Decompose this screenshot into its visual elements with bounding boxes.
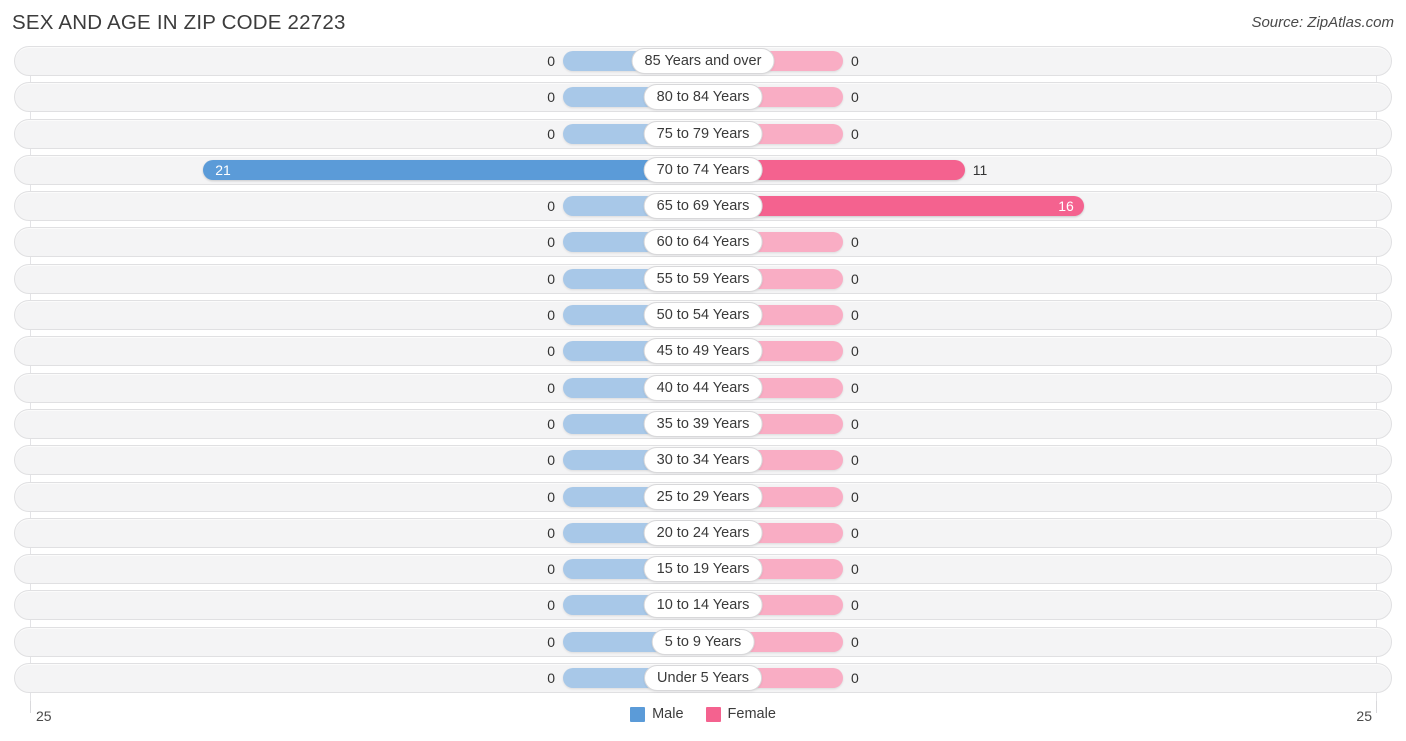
age-group-label: 70 to 74 Years: [643, 156, 763, 183]
legend-swatch-female: [705, 706, 721, 722]
bar-female-value: 0: [851, 452, 859, 469]
bar-female-value: 11: [972, 161, 988, 178]
bar-male-value: 0: [547, 379, 555, 396]
age-group-label: 15 to 19 Years: [643, 556, 763, 583]
bar-male-value: 0: [547, 270, 555, 287]
bar-male-value: 0: [547, 343, 555, 360]
bar-male-value: 21: [215, 161, 231, 178]
pyramid-row: 0 0 10 to 14 Years: [0, 590, 1406, 621]
age-group-label: 25 to 29 Years: [643, 483, 763, 510]
bar-male-value: 0: [547, 125, 555, 142]
bar-male[interactable]: [203, 159, 703, 180]
bar-female-value: 0: [851, 379, 859, 396]
bar-male-value: 0: [547, 415, 555, 432]
bar-female-value: 0: [851, 270, 859, 287]
pyramid-row: 0 0 75 to 79 Years: [0, 118, 1406, 149]
legend-item-male[interactable]: Male: [630, 706, 684, 722]
age-group-label: 20 to 24 Years: [643, 519, 763, 546]
legend-swatch-male: [630, 706, 646, 722]
age-group-label: 45 to 49 Years: [643, 338, 763, 365]
bar-male-value: 0: [547, 198, 555, 215]
bar-male-value: 0: [547, 670, 555, 687]
bar-female-value: 16: [1058, 198, 1074, 215]
bar-male-value: 0: [547, 524, 555, 541]
bar-female-value: 0: [851, 343, 859, 360]
bar-female-value: 0: [851, 524, 859, 541]
chart-legend: Male Female: [0, 706, 1406, 722]
age-group-label: 75 to 79 Years: [643, 120, 763, 147]
age-group-label: 40 to 44 Years: [643, 374, 763, 401]
age-group-label: 50 to 54 Years: [643, 302, 763, 329]
legend-label: Male: [652, 706, 684, 722]
pyramid-row: 0 0 60 to 64 Years: [0, 227, 1406, 258]
pyramid-row: 0 0 Under 5 Years: [0, 663, 1406, 694]
pyramid-row: 0 0 25 to 29 Years: [0, 481, 1406, 512]
pyramid-row: 0 0 20 to 24 Years: [0, 517, 1406, 548]
pyramid-rows: 0 0 85 Years and over 0 0 80 to 84 Years 0 0 75 …: [0, 46, 1406, 699]
bar-female-value: 0: [851, 53, 859, 69]
pyramid-row: 0 0 30 to 34 Years: [0, 445, 1406, 476]
bar-male-value: 0: [547, 307, 555, 324]
age-group-label: 10 to 14 Years: [643, 592, 763, 619]
source-attribution: Source: ZipAtlas.com: [1251, 14, 1394, 31]
chart-page: SEX AND AGE IN ZIP CODE 22723 Source: Zi…: [0, 0, 1406, 741]
bar-female-value: 0: [851, 597, 859, 614]
age-group-label: 80 to 84 Years: [643, 84, 763, 111]
bar-female-value: 0: [851, 125, 859, 142]
bar-female-value: 0: [851, 561, 859, 578]
bar-male-value: 0: [547, 452, 555, 469]
bar-male-value: 0: [547, 633, 555, 650]
age-group-label: Under 5 Years: [644, 665, 762, 692]
age-group-label: 85 Years and over: [631, 48, 775, 74]
age-group-label: 60 to 64 Years: [643, 229, 763, 256]
plot-area: 0 0 85 Years and over 0 0 80 to 84 Years 0 0 75 …: [0, 46, 1406, 701]
bar-male-value: 0: [547, 53, 555, 69]
bar-female-value: 0: [851, 633, 859, 650]
pyramid-row: 0 16 65 to 69 Years: [0, 191, 1406, 222]
pyramid-row: 0 0 55 to 59 Years: [0, 263, 1406, 294]
age-group-label: 35 to 39 Years: [643, 410, 763, 437]
bar-male-value: 0: [547, 488, 555, 505]
age-group-label: 55 to 59 Years: [643, 265, 763, 292]
pyramid-row: 0 0 45 to 49 Years: [0, 336, 1406, 367]
bar-male-value: 0: [547, 561, 555, 578]
legend-item-female[interactable]: Female: [705, 706, 776, 722]
pyramid-row: 0 0 80 to 84 Years: [0, 82, 1406, 113]
bar-female-value: 0: [851, 89, 859, 106]
age-group-label: 65 to 69 Years: [643, 193, 763, 220]
legend-label: Female: [727, 706, 776, 722]
pyramid-row: 0 0 40 to 44 Years: [0, 372, 1406, 403]
pyramid-row: 0 0 5 to 9 Years: [0, 626, 1406, 657]
chart-header: SEX AND AGE IN ZIP CODE 22723 Source: Zi…: [0, 0, 1406, 46]
bar-male-value: 0: [547, 234, 555, 251]
page-title: SEX AND AGE IN ZIP CODE 22723: [12, 11, 346, 34]
bar-male-value: 0: [547, 89, 555, 106]
bar-male-value: 0: [547, 597, 555, 614]
bar-female-value: 0: [851, 307, 859, 324]
bar-female-value: 0: [851, 234, 859, 251]
pyramid-row: 0 0 85 Years and over: [0, 46, 1406, 76]
pyramid-row: 21 11 70 to 74 Years: [0, 154, 1406, 185]
pyramid-row: 0 0 15 to 19 Years: [0, 554, 1406, 585]
age-group-label: 30 to 34 Years: [643, 447, 763, 474]
bar-female-value: 0: [851, 670, 859, 687]
age-group-label: 5 to 9 Years: [651, 628, 755, 655]
bar-female-value: 0: [851, 415, 859, 432]
pyramid-row: 0 0 35 to 39 Years: [0, 408, 1406, 439]
bar-female-value: 0: [851, 488, 859, 505]
pyramid-row: 0 0 50 to 54 Years: [0, 300, 1406, 331]
